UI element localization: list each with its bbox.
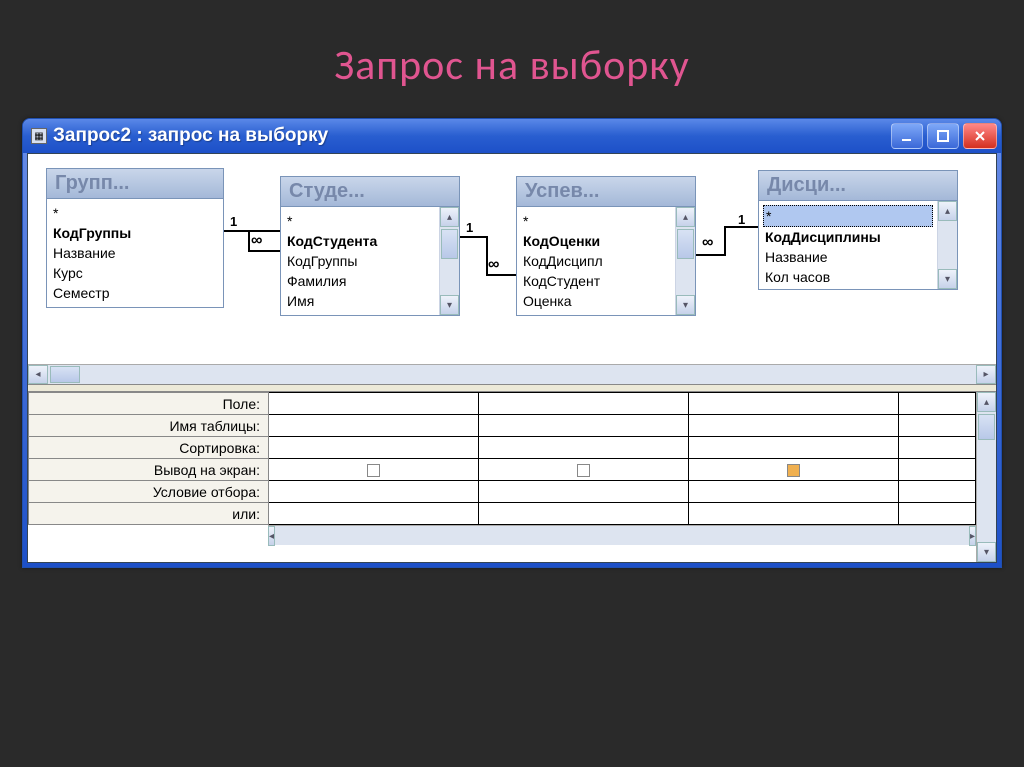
grid-row-show[interactable]: Вывод на экран: [29, 459, 976, 481]
titlebar[interactable]: ▦ Запрос2 : запрос на выборку [23, 119, 1001, 153]
field-item[interactable]: * [763, 205, 933, 227]
query-designer-window: ▦ Запрос2 : запрос на выборку Групп... * [22, 118, 1002, 568]
scroll-left-icon[interactable]: ◂ [268, 526, 275, 546]
field-list[interactable]: * КодСтудента КодГруппы Фамилия Имя [281, 207, 439, 315]
scroll-track[interactable] [440, 227, 459, 295]
relation-line [248, 250, 280, 252]
field-item[interactable]: Название [53, 243, 217, 263]
table-box-group[interactable]: Групп... * КодГруппы Название Курс Семес… [46, 168, 224, 308]
close-button[interactable] [963, 123, 997, 149]
row-label: Имя таблицы: [29, 415, 269, 437]
grid-row-table[interactable]: Имя таблицы: [29, 415, 976, 437]
table-box-discipline[interactable]: Дисци... * КодДисциплины Название Кол ча… [758, 170, 958, 290]
grid-vscroll[interactable]: ▴ ▾ [976, 392, 996, 562]
show-checkbox[interactable] [367, 464, 380, 477]
field-item[interactable]: КодДисциплины [765, 227, 931, 247]
scroll-right-icon[interactable]: ▸ [969, 526, 976, 546]
design-grid-pane: Поле: Имя таблицы: Сортировка: Вывод на … [28, 392, 996, 562]
scroll-down-icon[interactable]: ▾ [440, 295, 459, 315]
field-item[interactable]: Семестр [53, 283, 217, 303]
table-header[interactable]: Дисци... [759, 171, 957, 201]
field-item[interactable]: * [287, 211, 433, 231]
maximize-button[interactable] [927, 123, 959, 149]
field-item[interactable]: Оценка [523, 291, 669, 311]
grid-row-criteria[interactable]: Условие отбора: [29, 481, 976, 503]
design-grid[interactable]: Поле: Имя таблицы: Сортировка: Вывод на … [28, 392, 976, 525]
field-item[interactable]: КодОценки [523, 231, 669, 251]
scroll-left-icon[interactable]: ◂ [28, 365, 48, 384]
scroll-track[interactable] [977, 412, 996, 542]
field-item[interactable]: * [523, 211, 669, 231]
scroll-track[interactable] [275, 526, 969, 545]
scroll-up-icon[interactable]: ▴ [440, 207, 459, 227]
field-item[interactable]: КодГруппы [287, 251, 433, 271]
field-item[interactable]: Фамилия [287, 271, 433, 291]
row-label: Условие отбора: [29, 481, 269, 503]
row-label: или: [29, 503, 269, 525]
client-area: Групп... * КодГруппы Название Курс Семес… [27, 153, 997, 563]
field-item[interactable]: Кол часов [765, 267, 931, 287]
row-label: Вывод на экран: [29, 459, 269, 481]
relation-one: 1 [230, 214, 237, 229]
relation-line [248, 230, 250, 250]
scroll-track[interactable] [48, 365, 976, 384]
grid-row-or[interactable]: или: [29, 503, 976, 525]
row-label: Поле: [29, 393, 269, 415]
relation-many: ∞ [251, 232, 262, 250]
scrollbar[interactable]: ▴ ▾ [937, 201, 957, 289]
field-item[interactable]: * [53, 203, 217, 223]
field-item[interactable]: Курс [53, 263, 217, 283]
relation-line [724, 226, 758, 228]
pane-splitter[interactable] [28, 384, 996, 392]
scroll-down-icon[interactable]: ▾ [938, 269, 957, 289]
table-box-progress[interactable]: Успев... * КодОценки КодДисципл КодСтуде… [516, 176, 696, 316]
relation-line [724, 226, 726, 256]
scrollbar[interactable]: ▴ ▾ [675, 207, 695, 315]
field-item[interactable]: КодСтудент [523, 271, 669, 291]
field-item[interactable]: Название [765, 247, 931, 267]
field-list[interactable]: * КодГруппы Название Курс Семестр [47, 199, 223, 307]
table-box-student[interactable]: Студе... * КодСтудента КодГруппы Фамилия… [280, 176, 460, 316]
slide-title: Запрос на выборку [0, 0, 1024, 121]
table-header[interactable]: Студе... [281, 177, 459, 207]
window-icon: ▦ [31, 128, 47, 144]
show-checkbox[interactable] [787, 464, 800, 477]
scroll-up-icon[interactable]: ▴ [977, 392, 996, 412]
field-item[interactable]: КодСтудента [287, 231, 433, 251]
relation-one: 1 [738, 212, 745, 227]
field-list[interactable]: * КодДисциплины Название Кол часов [759, 201, 937, 289]
scroll-track[interactable] [938, 221, 957, 269]
field-item[interactable]: Имя [287, 291, 433, 311]
table-header[interactable]: Групп... [47, 169, 223, 199]
relation-line [486, 274, 516, 276]
grid-row-sort[interactable]: Сортировка: [29, 437, 976, 459]
field-item[interactable]: КодДисципл [523, 251, 669, 271]
scroll-right-icon[interactable]: ▸ [976, 365, 996, 384]
relation-many: ∞ [488, 256, 499, 274]
scrollbar[interactable]: ▴ ▾ [439, 207, 459, 315]
relation-line [696, 254, 726, 256]
scroll-down-icon[interactable]: ▾ [977, 542, 996, 562]
relation-line [460, 236, 488, 238]
grid-row-field[interactable]: Поле: [29, 393, 976, 415]
table-header[interactable]: Успев... [517, 177, 695, 207]
field-list[interactable]: * КодОценки КодДисципл КодСтудент Оценка [517, 207, 675, 315]
relation-many: ∞ [702, 234, 713, 252]
relation-one: 1 [466, 220, 473, 235]
rel-pane-hscroll[interactable]: ◂ ▸ [28, 364, 996, 384]
window-title: Запрос2 : запрос на выборку [53, 125, 891, 147]
row-label: Сортировка: [29, 437, 269, 459]
scroll-down-icon[interactable]: ▾ [676, 295, 695, 315]
minimize-button[interactable] [891, 123, 923, 149]
grid-hscroll[interactable]: ◂ ▸ [268, 525, 976, 545]
field-item[interactable]: КодГруппы [53, 223, 217, 243]
scroll-up-icon[interactable]: ▴ [938, 201, 957, 221]
scroll-up-icon[interactable]: ▴ [676, 207, 695, 227]
show-checkbox[interactable] [577, 464, 590, 477]
relationship-pane[interactable]: Групп... * КодГруппы Название Курс Семес… [28, 154, 996, 364]
scroll-track[interactable] [676, 227, 695, 295]
